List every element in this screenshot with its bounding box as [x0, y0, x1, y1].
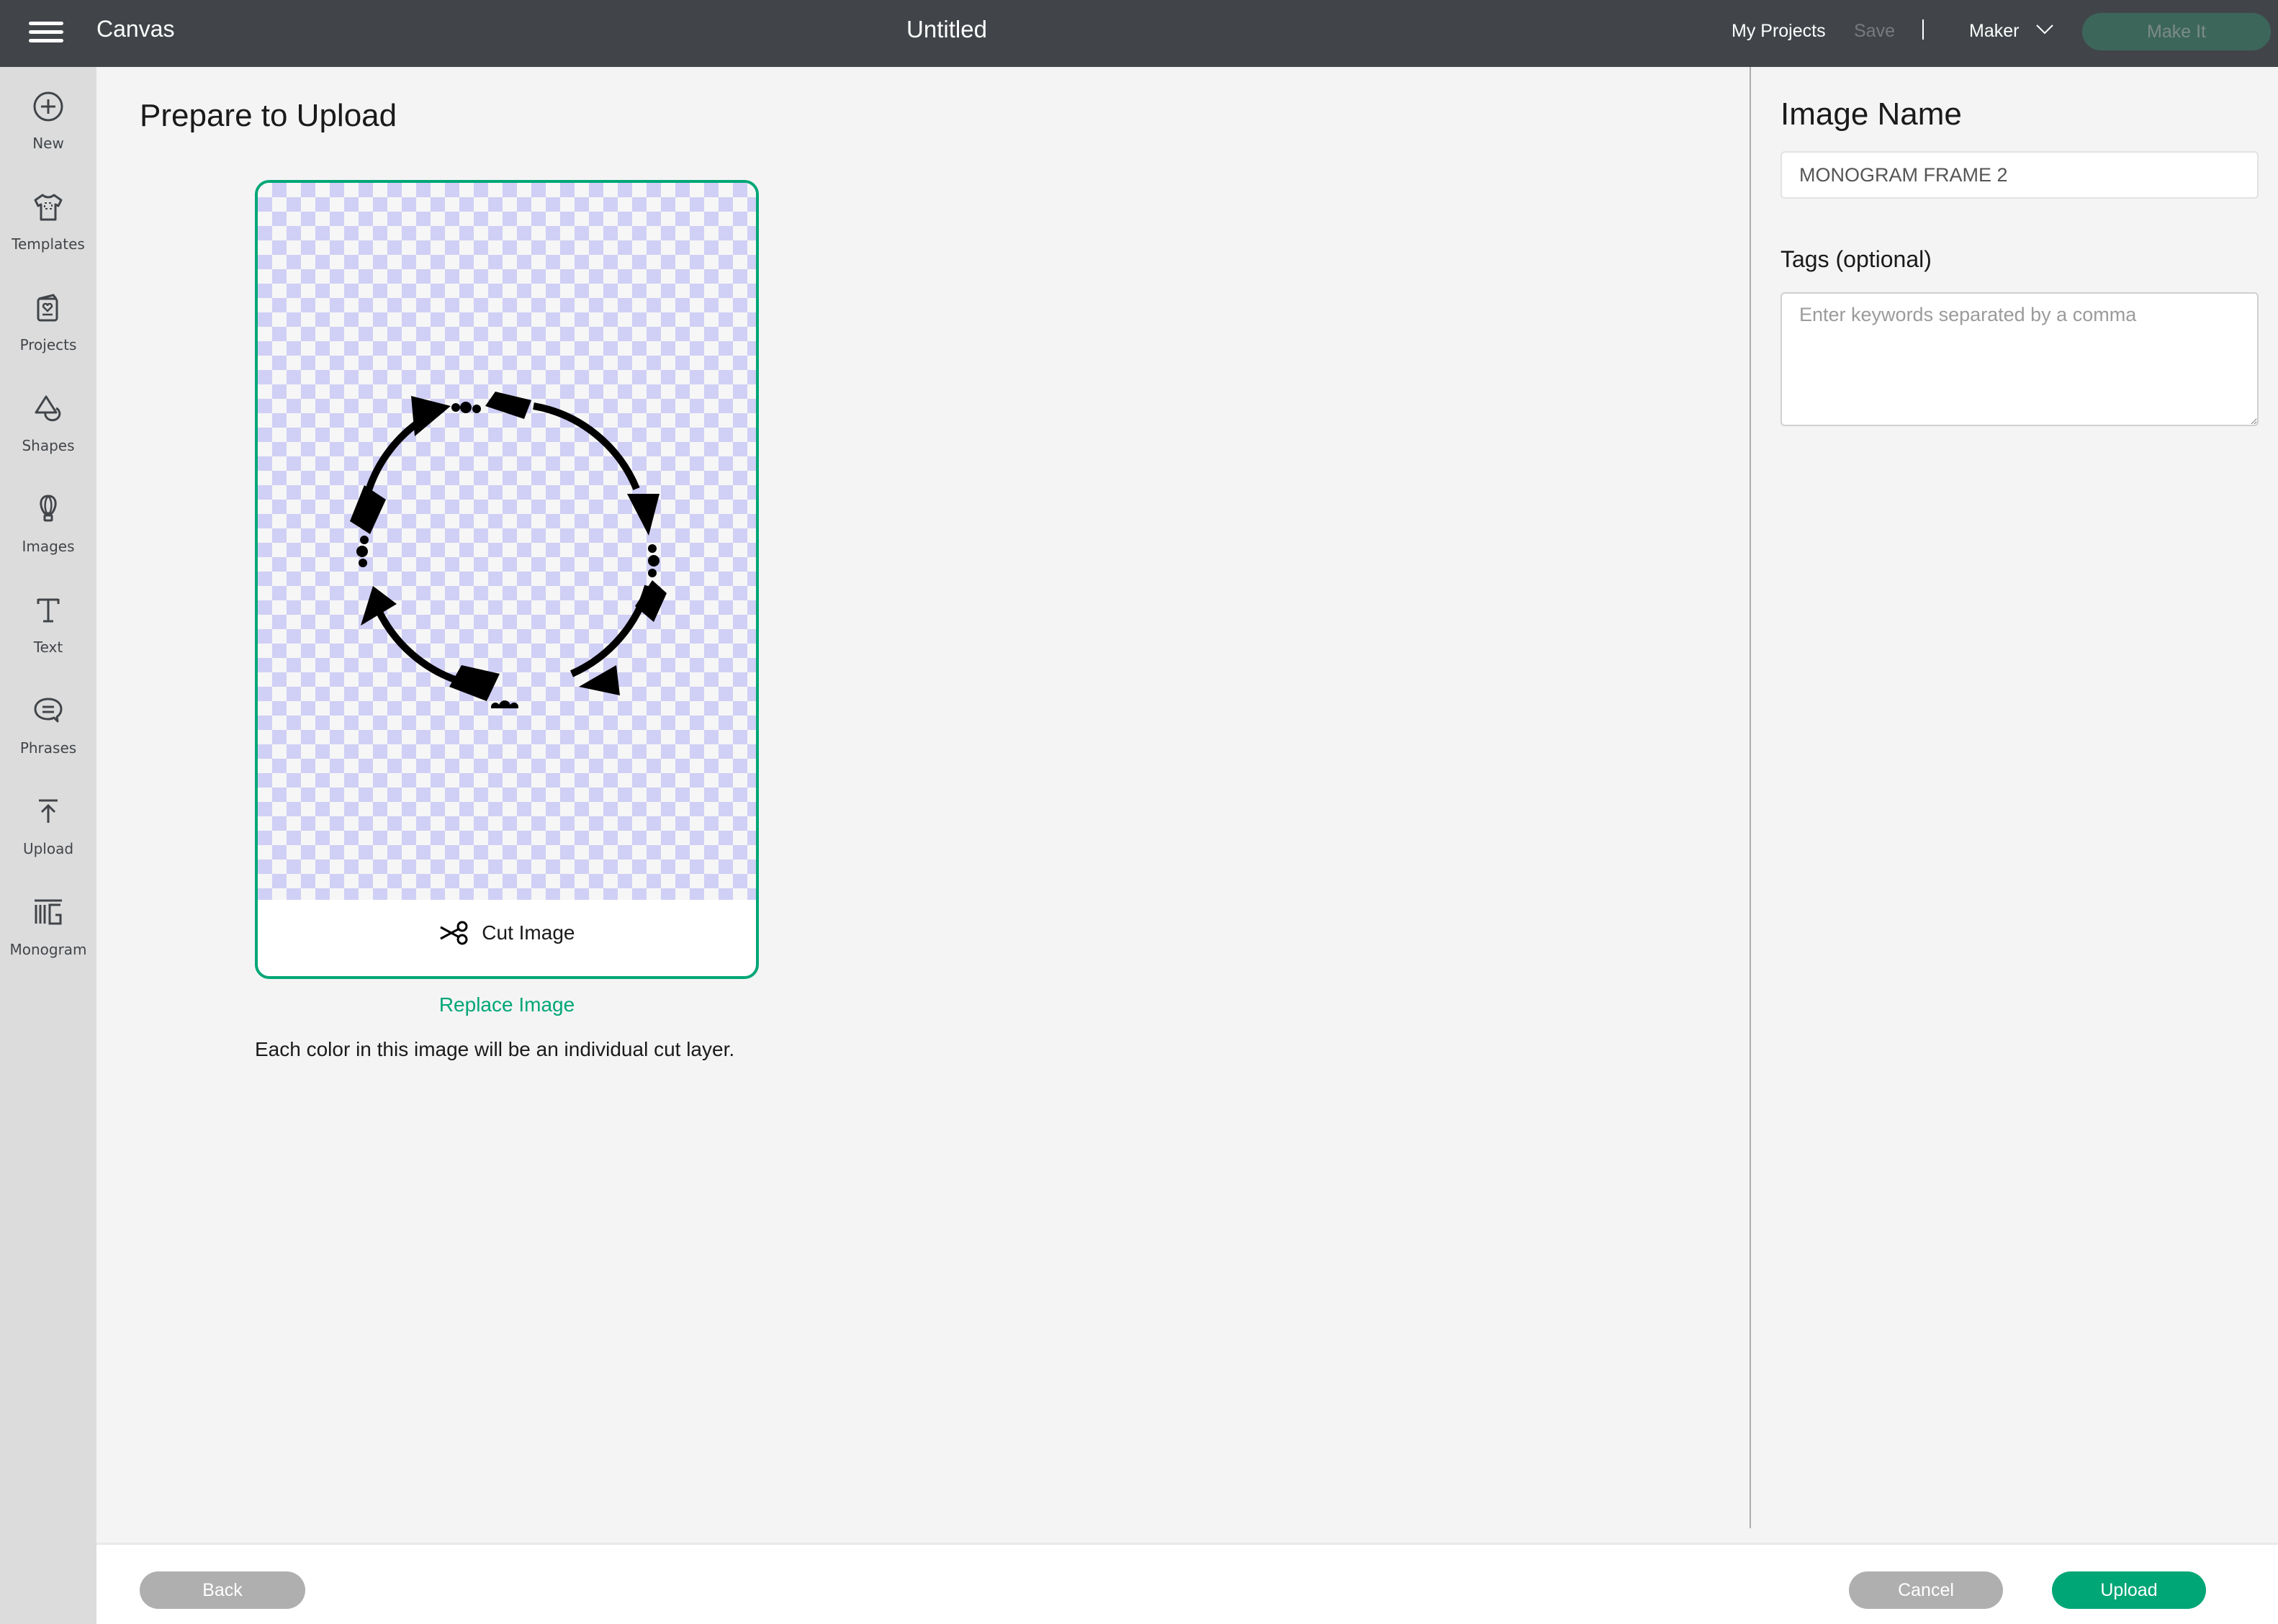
sidebar-item-label: Templates — [12, 235, 85, 253]
sidebar-item-label: Text — [33, 639, 63, 656]
sidebar-item-label: Shapes — [22, 437, 75, 454]
monogram-icon — [35, 899, 62, 925]
sidebar-item-new[interactable]: New — [0, 77, 96, 163]
balloon-icon — [40, 495, 57, 522]
sidebar-item-label: New — [32, 135, 64, 152]
top-bar: Canvas Untitled My Projects Save Maker M… — [0, 0, 2278, 67]
speech-bubble-icon — [34, 698, 63, 723]
my-projects-link[interactable]: My Projects — [1732, 21, 1826, 42]
upload-icon — [39, 799, 58, 823]
sidebar-item-shapes[interactable]: Shapes — [0, 379, 96, 466]
upload-button[interactable]: Upload — [2052, 1571, 2206, 1609]
arrow-circle-frame-image — [350, 392, 667, 708]
sidebar-item-label: Phrases — [19, 739, 77, 757]
scissors-icon — [439, 921, 468, 945]
sidebar-item-phrases[interactable]: Phrases — [0, 682, 96, 768]
sidebar-item-label: Projects — [19, 336, 77, 353]
text-icon — [37, 598, 60, 623]
cut-image-text: Cut Image — [482, 921, 575, 944]
chevron-down-icon[interactable] — [2036, 24, 2053, 35]
sidebar-item-label: Upload — [22, 840, 74, 857]
cancel-button[interactable]: Cancel — [1849, 1571, 2003, 1609]
image-name-heading: Image Name — [1780, 96, 1962, 132]
sidebar-item-upload[interactable]: Upload — [0, 782, 96, 869]
plus-circle-icon — [33, 91, 63, 122]
tshirt-icon — [34, 194, 63, 221]
cut-image-label: Cut Image — [258, 920, 756, 946]
back-button[interactable]: Back — [140, 1571, 305, 1609]
machine-select[interactable]: Maker — [1969, 21, 2019, 42]
document-title[interactable]: Untitled — [0, 16, 1894, 43]
sidebar-item-label: Monogram — [9, 941, 87, 958]
image-name-input[interactable] — [1780, 151, 2259, 199]
sidebar-item-images[interactable]: Images — [0, 480, 96, 567]
sidebar-item-monogram[interactable]: Monogram — [0, 883, 96, 970]
make-it-button[interactable]: Make It — [2082, 13, 2271, 50]
sidebar-item-text[interactable]: Text — [0, 581, 96, 667]
save-button[interactable]: Save — [1854, 21, 1895, 42]
tags-label: Tags (optional) — [1780, 246, 1932, 272]
tags-input[interactable] — [1780, 292, 2259, 426]
panel-divider — [1750, 67, 1751, 1528]
shapes-icon — [35, 395, 61, 422]
cut-layer-note: Each color in this image will be an indi… — [255, 1038, 735, 1060]
separator — [1922, 19, 1924, 40]
replace-image-link[interactable]: Replace Image — [255, 993, 759, 1016]
sidebar-item-projects[interactable]: Projects — [0, 279, 96, 365]
sidebar: New Templates Projects Shapes Images Tex… — [0, 67, 96, 1624]
image-preview-card[interactable]: Cut Image — [255, 180, 759, 979]
sidebar-item-label: Images — [22, 538, 75, 555]
footer: Back Cancel Upload — [96, 1543, 2278, 1624]
sidebar-item-templates[interactable]: Templates — [0, 178, 96, 264]
page-title: Prepare to Upload — [140, 98, 397, 133]
card-heart-icon — [37, 294, 58, 322]
